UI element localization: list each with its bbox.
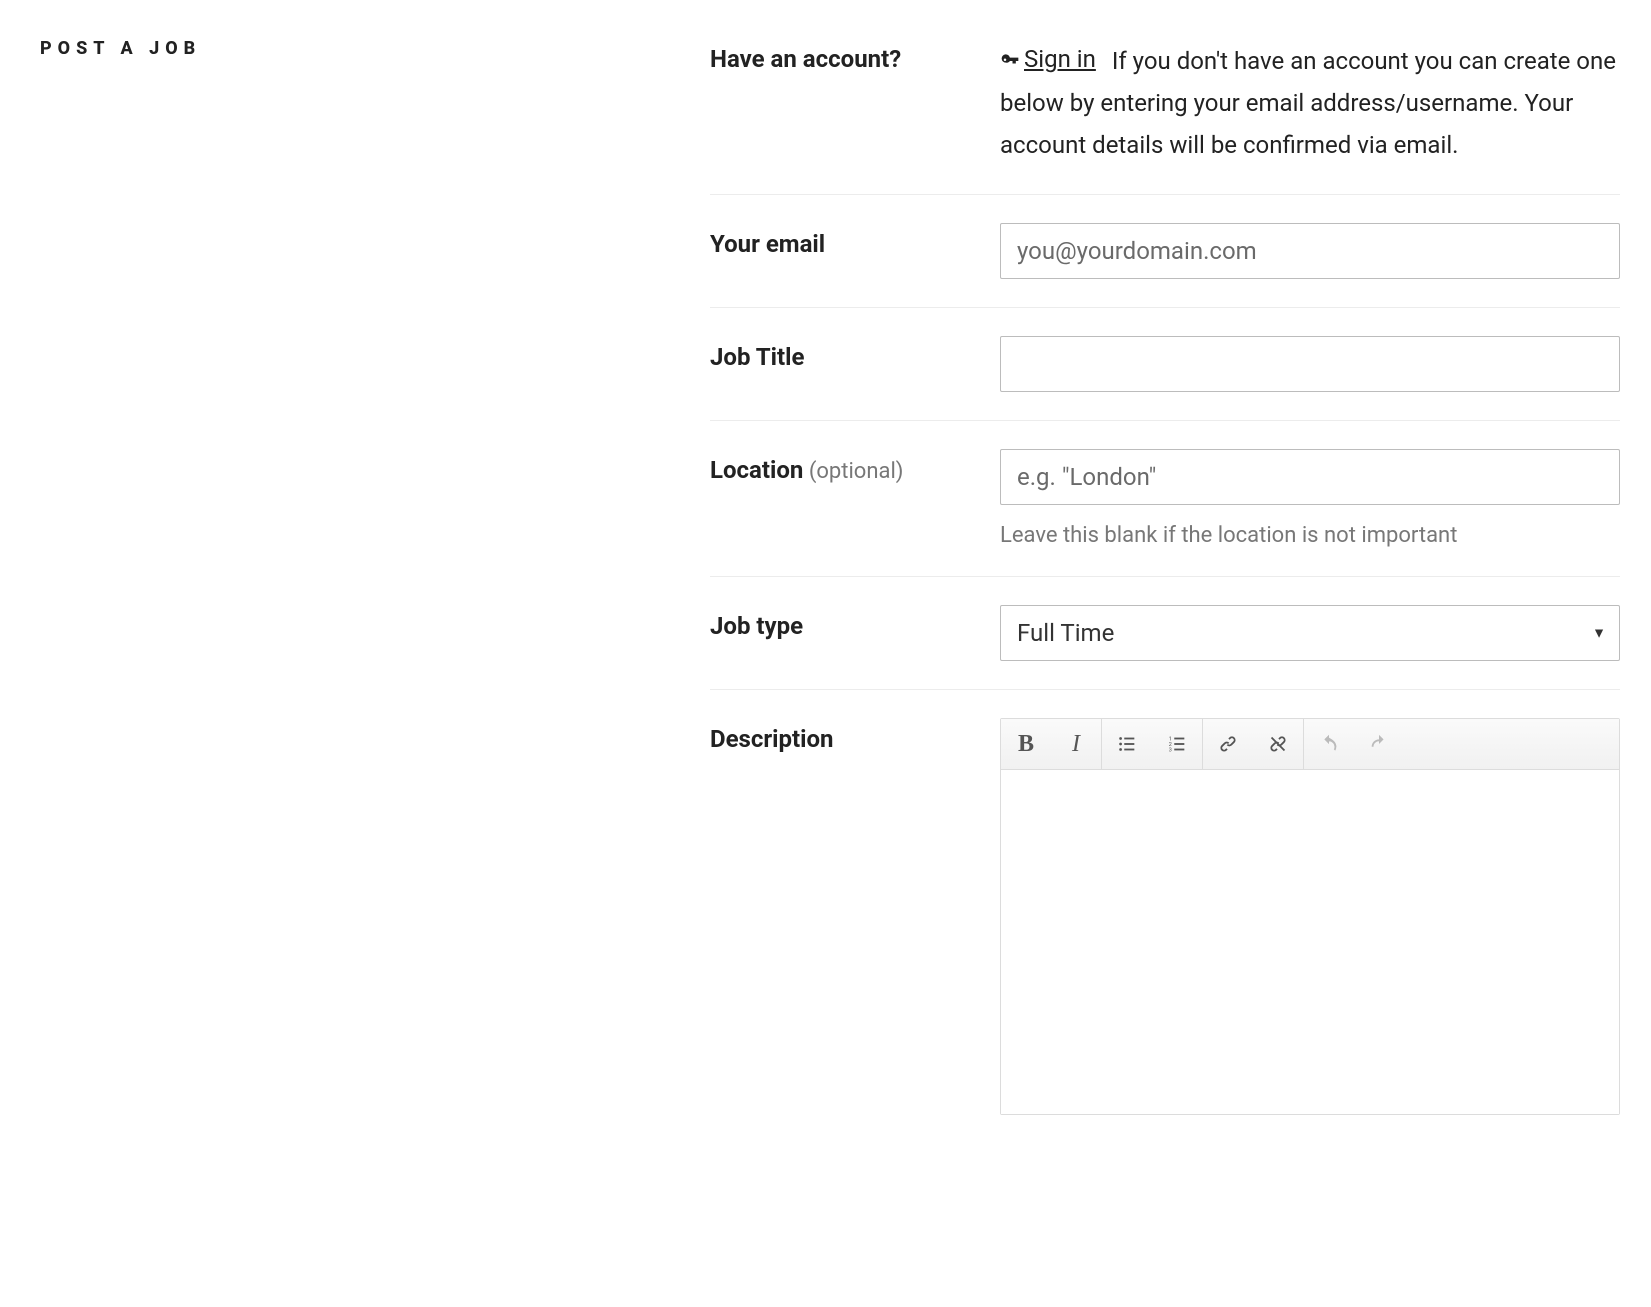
description-label: Description [710,725,834,753]
account-label: Have an account? [710,45,901,73]
svg-text:3: 3 [1169,747,1172,753]
page-title: Post a Job [40,38,650,59]
description-textarea[interactable] [1001,770,1619,1114]
location-optional-suffix: (optional) [803,459,903,484]
sign-in-link-label: Sign in [1024,38,1096,80]
redo-icon [1368,733,1390,755]
location-helper-text: Leave this blank if the location is not … [1000,523,1620,548]
job-title-label: Job Title [710,343,804,371]
undo-icon [1318,733,1340,755]
job-form: Have an account? Sign in If you don't ha… [710,30,1620,1143]
email-input[interactable] [1000,223,1620,279]
bold-button[interactable]: B [1001,719,1051,769]
field-row-job-type: Job type Full Time ▼ [710,577,1620,690]
undo-button[interactable] [1304,719,1354,769]
editor-toolbar: B I [1001,719,1619,770]
job-type-label: Job type [710,612,803,640]
unordered-list-icon [1116,733,1138,755]
field-row-email: Your email [710,195,1620,308]
unordered-list-button[interactable] [1102,719,1152,769]
field-row-location: Location (optional) Leave this blank if … [710,421,1620,577]
email-label: Your email [710,230,825,258]
link-button[interactable] [1203,719,1253,769]
ordered-list-button[interactable]: 1 2 3 [1152,719,1202,769]
field-row-description: Description B I [710,690,1620,1143]
sidebar: Post a Job [40,30,650,59]
sign-in-link[interactable]: Sign in [1000,38,1096,80]
location-input[interactable] [1000,449,1620,505]
location-label: Location (optional) [710,456,903,484]
italic-button[interactable]: I [1051,719,1101,769]
job-title-input[interactable] [1000,336,1620,392]
ordered-list-icon: 1 2 3 [1166,733,1188,755]
link-icon [1217,733,1239,755]
bold-icon: B [1018,731,1034,758]
field-row-job-title: Job Title [710,308,1620,421]
field-row-account: Have an account? Sign in If you don't ha… [710,30,1620,195]
unlink-button[interactable] [1253,719,1303,769]
account-info-block: Sign in If you don't have an account you… [1000,38,1620,166]
description-editor: B I [1000,718,1620,1115]
job-type-select[interactable]: Full Time [1000,605,1620,661]
italic-icon: I [1072,731,1080,758]
unlink-icon [1267,733,1289,755]
key-icon [1000,51,1020,71]
redo-button[interactable] [1354,719,1404,769]
